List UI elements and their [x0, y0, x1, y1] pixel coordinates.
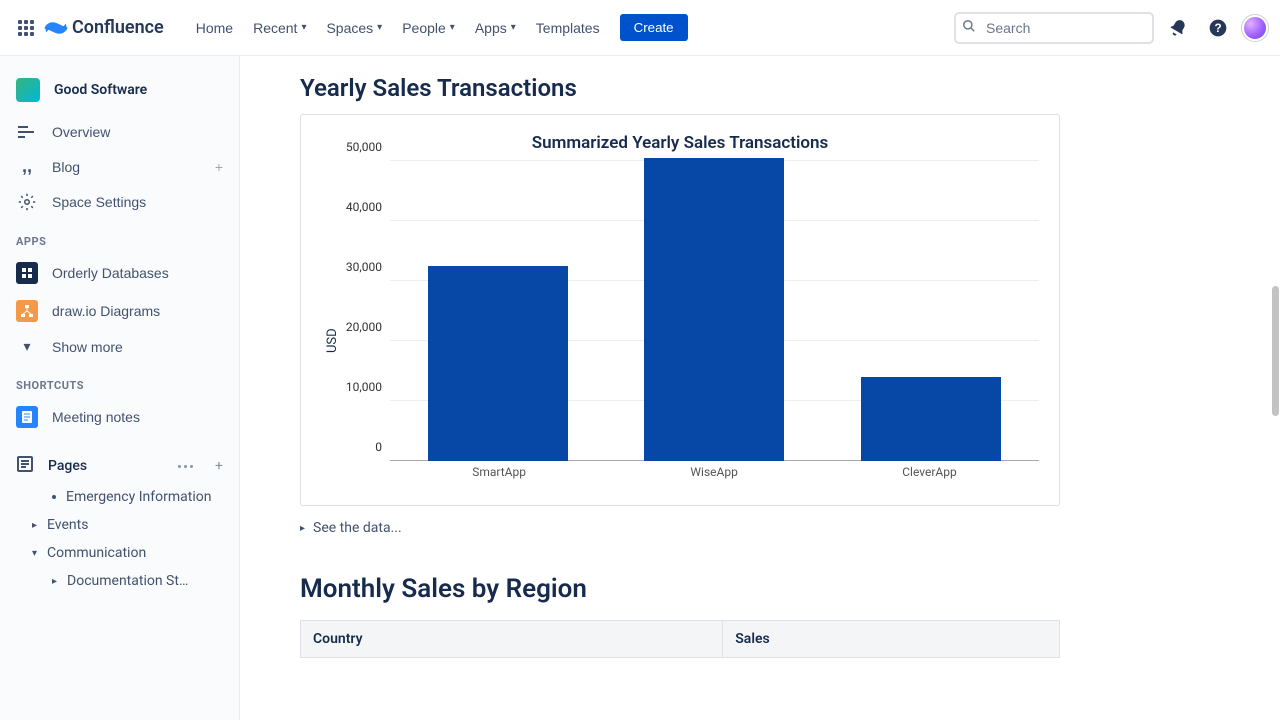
- bar-smartapp: [428, 266, 568, 461]
- plus-icon[interactable]: +: [215, 159, 223, 175]
- chevron-down-icon: ▾: [301, 22, 306, 33]
- chevron-right-icon: ▸: [32, 520, 37, 531]
- sidebar: Good Software Overview ,,Blog+ Space Set…: [0, 56, 240, 720]
- nav-links: Home Recent▾ Spaces▾ People▾ Apps▾ Templ…: [188, 14, 608, 42]
- bar-wiseapp: [644, 158, 784, 461]
- svg-text:?: ?: [1214, 22, 1221, 35]
- xcat: WiseApp: [690, 465, 737, 479]
- ytick: 50,000: [346, 140, 382, 154]
- chevron-down-icon: ▾: [377, 22, 382, 33]
- top-nav: Confluence Home Recent▾ Spaces▾ People▾ …: [0, 0, 1280, 56]
- nav-spaces[interactable]: Spaces▾: [318, 14, 390, 42]
- sidebar-space-settings[interactable]: Space Settings: [8, 185, 231, 219]
- sidebar-item-docst[interactable]: ▸Documentation St…: [8, 567, 231, 595]
- sidebar-section-apps: APPS: [8, 219, 231, 254]
- sidebar-meeting-notes[interactable]: Meeting notes: [8, 398, 231, 436]
- confluence-logo[interactable]: Confluence: [44, 16, 164, 40]
- heading-yearly: Yearly Sales Transactions: [300, 74, 1240, 102]
- xcat: CleverApp: [902, 465, 957, 479]
- table-header-row: Country Sales: [301, 621, 1060, 658]
- sidebar-item-events[interactable]: ▸Events: [8, 511, 231, 539]
- notifications-button[interactable]: [1162, 12, 1194, 44]
- sidebar-show-more[interactable]: ▾Show more: [8, 330, 231, 363]
- chart-container: Summarized Yearly Sales Transactions USD…: [300, 114, 1060, 506]
- nav-recent[interactable]: Recent▾: [245, 14, 314, 42]
- app-switcher-icon[interactable]: [18, 20, 34, 36]
- chevron-down-icon: ▾: [511, 22, 516, 33]
- sidebar-overview[interactable]: Overview: [8, 116, 231, 148]
- help-button[interactable]: ?: [1202, 12, 1234, 44]
- chart-ylabel: USD: [321, 161, 340, 491]
- pages-icon: [16, 455, 34, 477]
- ytick: 40,000: [346, 200, 382, 214]
- chart-xcats: SmartApp WiseApp CleverApp: [390, 465, 1039, 491]
- th-sales: Sales: [723, 621, 1060, 658]
- sidebar-orderly[interactable]: Orderly Databases: [8, 254, 231, 292]
- more-icon[interactable]: [178, 465, 193, 468]
- sidebar-item-emergency[interactable]: Emergency Information: [8, 483, 231, 511]
- monthly-sales-table: Country Sales: [300, 620, 1060, 658]
- help-icon: ?: [1208, 18, 1228, 38]
- chart-area: USD 0 10,000 20,000 30,000 40,000 50,000: [321, 161, 1039, 491]
- search-icon: [962, 19, 976, 37]
- chevron-down-icon: ▾: [16, 338, 38, 355]
- blog-icon: ,,: [16, 156, 38, 177]
- chevron-right-icon: ▸: [300, 523, 305, 534]
- sidebar-drawio[interactable]: draw.io Diagrams: [8, 292, 231, 330]
- xcat: SmartApp: [472, 465, 526, 479]
- plus-icon[interactable]: +: [215, 458, 223, 474]
- nav-apps[interactable]: Apps▾: [467, 14, 524, 42]
- product-name: Confluence: [72, 17, 164, 38]
- nav-people[interactable]: People▾: [394, 14, 463, 42]
- bullet-icon: [52, 495, 56, 499]
- confluence-icon: [44, 16, 68, 40]
- sidebar-blog[interactable]: ,,Blog+: [8, 148, 231, 185]
- sidebar-pages[interactable]: Pages +: [8, 449, 231, 483]
- overview-icon: [16, 125, 38, 139]
- chart-bars: [390, 161, 1039, 461]
- bar-cleverapp: [861, 377, 1001, 461]
- nav-templates[interactable]: Templates: [528, 14, 608, 42]
- chevron-down-icon: ▾: [450, 22, 455, 33]
- space-title: Good Software: [54, 82, 147, 98]
- see-data-toggle[interactable]: ▸ See the data...: [300, 520, 1240, 536]
- space-icon: [16, 78, 40, 102]
- chart-title: Summarized Yearly Sales Transactions: [321, 133, 1039, 153]
- bell-icon: [1164, 14, 1191, 41]
- drawio-icon: [16, 300, 38, 322]
- heading-monthly: Monthly Sales by Region: [300, 574, 1240, 604]
- layout: Good Software Overview ,,Blog+ Space Set…: [0, 56, 1280, 720]
- meeting-notes-icon: [16, 406, 38, 428]
- ytick: 10,000: [346, 380, 382, 394]
- ytick: 30,000: [346, 260, 382, 274]
- avatar[interactable]: [1242, 15, 1268, 41]
- main-content: Yearly Sales Transactions Summarized Yea…: [240, 56, 1280, 720]
- nav-right: ?: [954, 12, 1268, 44]
- search-box: [954, 12, 1154, 44]
- chart-plot: 0 10,000 20,000 30,000 40,000 50,000: [340, 161, 1039, 491]
- nav-home[interactable]: Home: [188, 14, 241, 42]
- scrollbar-thumb[interactable]: [1272, 286, 1279, 416]
- chevron-right-icon: ▸: [52, 576, 57, 587]
- create-button[interactable]: Create: [620, 14, 688, 41]
- sidebar-item-communication[interactable]: ▾Communication: [8, 539, 231, 567]
- search-input[interactable]: [954, 12, 1154, 44]
- ytick: 20,000: [346, 320, 382, 334]
- space-header[interactable]: Good Software: [8, 72, 231, 116]
- orderly-icon: [16, 262, 38, 284]
- gear-icon: [16, 193, 38, 211]
- chevron-down-icon: ▾: [32, 548, 37, 559]
- chart-yticks: 0 10,000 20,000 30,000 40,000 50,000: [340, 161, 386, 461]
- ytick: 0: [375, 440, 382, 454]
- sidebar-section-shortcuts: SHORTCUTS: [8, 363, 231, 398]
- th-country: Country: [301, 621, 723, 658]
